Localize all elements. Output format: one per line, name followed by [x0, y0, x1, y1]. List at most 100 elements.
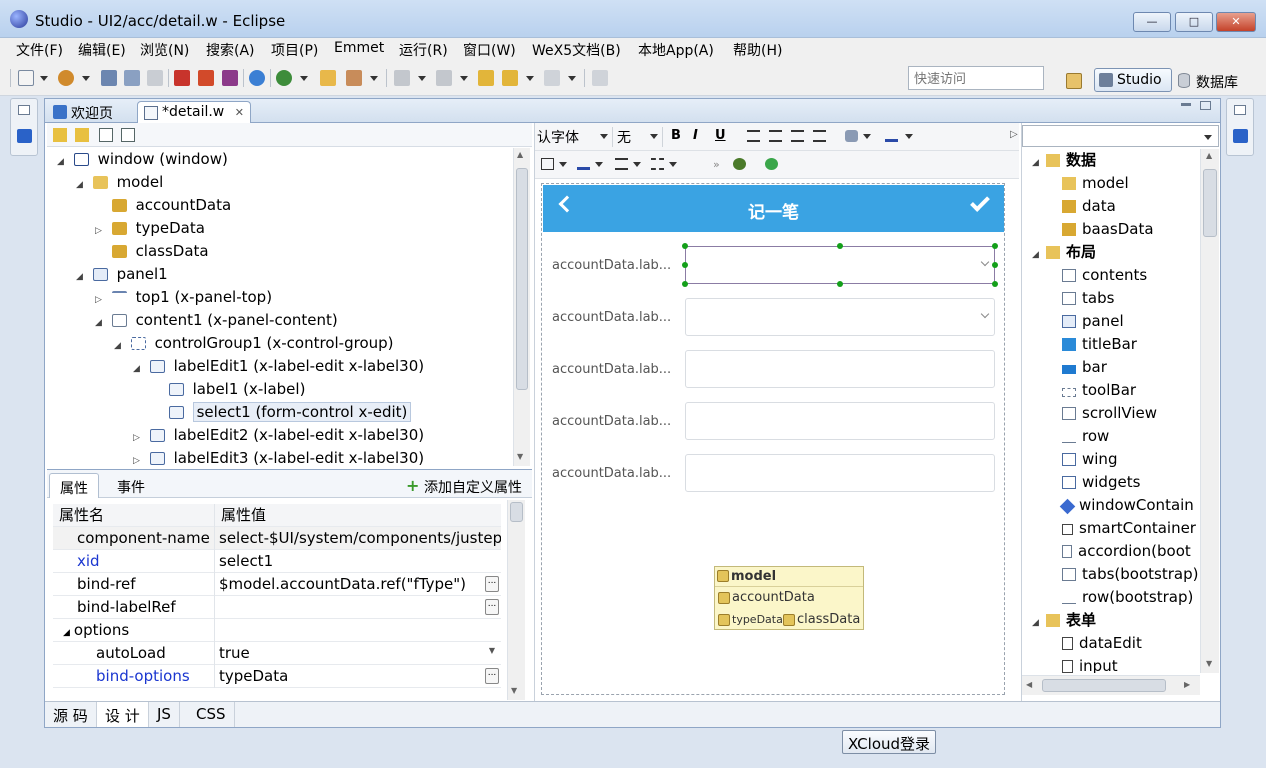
text-input-field[interactable] [685, 402, 995, 440]
palette-item[interactable]: input [1062, 655, 1118, 673]
xcloud-login-button[interactable]: XCloud登录 [842, 730, 937, 754]
property-value[interactable]: $model.accountData.ref("fType") [217, 573, 501, 596]
fill-color-dropdown-icon[interactable] [863, 134, 871, 139]
font-color-icon[interactable] [885, 130, 898, 142]
tab-welcome[interactable]: 欢迎页 [47, 101, 119, 123]
form-row[interactable]: accountData.lab... [552, 402, 995, 442]
select-field[interactable] [685, 246, 995, 284]
minimize-button[interactable]: — [1133, 12, 1171, 32]
property-row[interactable]: ◢ options [53, 619, 501, 642]
palette-group-layout[interactable]: ◢ 布局 [1032, 241, 1096, 264]
border-width-icon[interactable] [615, 158, 628, 170]
property-value[interactable]: typeData [217, 665, 501, 688]
select-field[interactable] [685, 298, 995, 336]
text-input-field[interactable] [685, 454, 995, 492]
palette-item[interactable]: smartContainer [1062, 517, 1196, 540]
run-icon[interactable] [249, 70, 265, 86]
new-project-dropdown-icon[interactable] [82, 76, 90, 81]
property-row[interactable]: autoLoad true ▼ [53, 642, 501, 665]
align-right-icon[interactable] [791, 130, 804, 142]
tab-js[interactable]: JS [149, 702, 180, 727]
tree-twisty[interactable]: ◢ [95, 312, 107, 334]
brush-icon[interactable] [346, 70, 362, 86]
pin-editor-icon[interactable] [592, 70, 608, 86]
tree-twisty[interactable]: ▷ [133, 450, 145, 466]
tree-node-labeledit2[interactable]: ▷ labelEdit2 (x-label-edit x-label30) [133, 424, 424, 446]
tree-twisty[interactable]: ◢ [1032, 244, 1046, 267]
tree-node-classdata[interactable]: classData [95, 240, 209, 262]
close-button[interactable]: ✕ [1216, 12, 1256, 32]
tree-node-labeledit3[interactable]: ▷ labelEdit3 (x-label-edit x-label30) [133, 447, 424, 466]
palette-item[interactable]: panel [1062, 310, 1124, 333]
tab-source[interactable]: 源 码 [45, 702, 97, 727]
form-row[interactable]: accountData.lab... [552, 350, 995, 390]
next-annotation-dropdown-icon[interactable] [418, 76, 426, 81]
palette-item[interactable]: accordion(boot [1062, 540, 1191, 563]
new-file-icon[interactable] [18, 70, 34, 86]
menu-file[interactable]: 文件(F) [16, 40, 63, 60]
palette-item[interactable]: windowContain [1059, 494, 1194, 517]
palette-scrollbar[interactable]: ▲ ▼ [1200, 149, 1219, 673]
prev-annotation-dropdown-icon[interactable] [460, 76, 468, 81]
palette-hscrollbar[interactable]: ◀ ▶ [1022, 675, 1200, 695]
property-row[interactable]: xid select1 [53, 550, 501, 573]
tree-twisty[interactable]: ◢ [76, 174, 88, 196]
tree-twisty[interactable]: ◢ [114, 335, 126, 357]
palette-filter-select[interactable] [1022, 125, 1219, 147]
palette-item[interactable]: baasData [1062, 218, 1154, 241]
bold-button[interactable]: B [671, 128, 681, 143]
model-item-classdata[interactable]: classData [781, 611, 860, 629]
bug-icon[interactable] [733, 158, 746, 170]
tree-twisty[interactable]: ◢ [1032, 152, 1046, 175]
palette-item[interactable]: model [1062, 172, 1129, 195]
scroll-left-icon[interactable]: ◀ [1026, 680, 1032, 689]
tree-node-top1[interactable]: ▷ top1 (x-panel-top) [95, 286, 272, 308]
menu-edit[interactable]: 编辑(E) [78, 40, 126, 60]
tree-node-accountdata[interactable]: accountData [95, 194, 231, 216]
tree-node-select1[interactable]: select1 (form-control x-edit) [152, 401, 412, 423]
menu-navigate[interactable]: 浏览(N) [140, 40, 189, 60]
more-tools-icon[interactable]: » [713, 158, 726, 171]
tab-design[interactable]: 设 计 [97, 702, 149, 727]
tab-close-icon[interactable]: ✕ [235, 106, 244, 119]
resize-handle[interactable] [992, 243, 998, 249]
scroll-down-icon[interactable]: ▼ [511, 686, 517, 695]
add-custom-property-button[interactable]: + 添加自定义属性 [406, 476, 522, 497]
scroll-thumb[interactable] [1042, 679, 1166, 692]
scroll-up-icon[interactable]: ▲ [517, 150, 523, 159]
print-icon[interactable] [147, 70, 163, 86]
tree-node-model[interactable]: ◢ model [76, 171, 163, 193]
last-edit-icon[interactable] [478, 70, 494, 86]
resize-handle[interactable] [837, 281, 843, 287]
model-item-accountdata[interactable]: accountData [716, 589, 815, 607]
back-dropdown-icon[interactable] [526, 76, 534, 81]
palette-toggle-icon[interactable]: ▷ [1010, 129, 1018, 140]
palette-item[interactable]: toolBar [1062, 379, 1136, 402]
dropdown-icon[interactable]: ▼ [489, 646, 495, 655]
property-row[interactable]: bind-labelRef ... [53, 596, 501, 619]
table-icon[interactable] [541, 158, 554, 170]
mobile-titlebar[interactable]: 记一笔 [543, 185, 1004, 232]
menu-wex5-docs[interactable]: WeX5文档(B) [532, 40, 621, 60]
refresh-icon[interactable] [765, 158, 778, 170]
property-value[interactable]: select-$UI/system/components/justep/ [217, 527, 501, 550]
browse-button[interactable]: ... [485, 599, 499, 615]
new-project-icon[interactable] [58, 70, 74, 86]
palette-item[interactable]: widgets [1062, 471, 1140, 494]
menu-emmet[interactable]: Emmet [334, 40, 384, 56]
palette-item[interactable]: tabs [1062, 287, 1114, 310]
search-world-icon[interactable] [276, 70, 292, 86]
menu-search[interactable]: 搜索(A) [206, 40, 255, 60]
tab-detail-w[interactable]: *detail.w ✕ [137, 101, 251, 123]
tree-twisty[interactable]: ◢ [76, 266, 88, 288]
tree-twisty[interactable]: ▷ [133, 427, 145, 449]
palette-item[interactable]: bar [1062, 356, 1107, 379]
tree-twisty[interactable]: ◢ [1032, 612, 1046, 635]
back-arrow-icon[interactable] [502, 70, 518, 86]
fill-color-icon[interactable] [845, 130, 858, 142]
form-row[interactable]: accountData.lab... [552, 298, 995, 338]
tree-twisty[interactable]: ◢ [133, 358, 145, 380]
border-style-dropdown-icon[interactable] [669, 162, 677, 167]
scroll-up-icon[interactable]: ▲ [1206, 151, 1212, 160]
property-row[interactable]: component-name select-$UI/system/compone… [53, 527, 501, 550]
